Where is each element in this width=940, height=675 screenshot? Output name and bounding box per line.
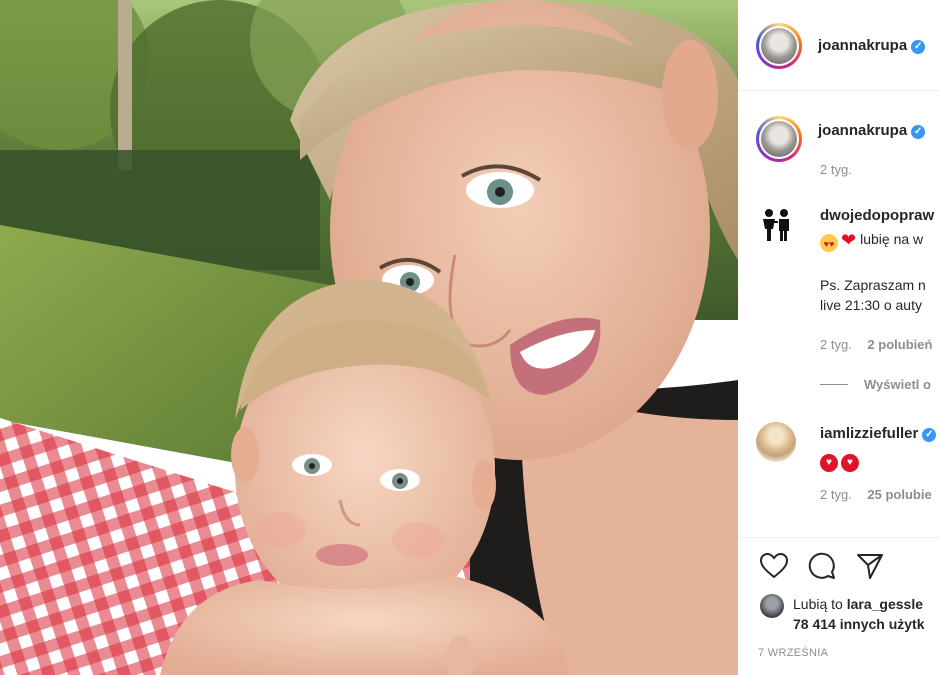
likes-prefix: Lubią to: [793, 596, 847, 612]
comment-author[interactable]: iamlizziefuller ✓: [820, 425, 937, 442]
comment-button[interactable]: [804, 548, 840, 584]
post-date[interactable]: 7 WRZEŚNIA: [758, 647, 828, 659]
heart-icon: [760, 553, 788, 579]
liker-avatar[interactable]: [760, 594, 784, 618]
post-photo[interactable]: [0, 0, 738, 675]
liker-username[interactable]: lara_gessle: [847, 596, 923, 612]
comment-text-line: ♥ ♥: [820, 447, 862, 472]
caption-author[interactable]: joannakrupa ✓: [818, 122, 926, 139]
heart-emoji-icon: ♥: [841, 454, 859, 472]
heart-eyes-emoji-icon: ♥♥: [820, 234, 838, 252]
author-avatar[interactable]: [756, 23, 802, 69]
likes-line-1: Lubią to lara_gessle: [793, 594, 923, 614]
comment-time[interactable]: 2 tyg.: [820, 487, 852, 502]
comment-likes[interactable]: 25 polubie: [867, 487, 931, 502]
verified-badge-icon: ✓: [911, 125, 926, 139]
caption-author-name[interactable]: joannakrupa: [818, 122, 907, 139]
comment-text: lubię na w: [860, 231, 924, 247]
paper-plane-icon: [857, 554, 883, 579]
heart-emoji-icon: ❤: [841, 230, 857, 250]
comment-author[interactable]: dwojedopopraw: [820, 207, 934, 224]
caption-time[interactable]: 2 tyg.: [820, 162, 852, 177]
comment-meta: 2 tyg. 25 polubie: [820, 487, 932, 502]
verified-badge-icon: ✓: [911, 40, 926, 54]
replies-line: [820, 384, 848, 385]
share-button[interactable]: [852, 548, 888, 584]
likes-count[interactable]: 78 414 innych użytk: [793, 614, 925, 634]
heart-emoji-icon: ♥: [820, 454, 838, 472]
header-divider: [738, 90, 940, 91]
selfie-image: [0, 0, 738, 675]
like-button[interactable]: [756, 548, 792, 584]
post-author-name[interactable]: joannakrupa: [818, 37, 907, 54]
couple-icon: [756, 205, 796, 245]
view-replies-label[interactable]: Wyświetl o: [864, 377, 931, 392]
comment-text-line-3: Ps. Zapraszam n: [820, 277, 926, 293]
post-author[interactable]: joannakrupa ✓: [818, 37, 926, 54]
caption-avatar[interactable]: [756, 116, 802, 162]
comment-text-line: ♥♥ ❤ lubię na w: [820, 229, 923, 252]
verified-badge-icon: ✓: [922, 428, 937, 442]
commenter-avatar[interactable]: [756, 205, 796, 245]
comment-text-line-4: live 21:30 o auty: [820, 297, 922, 313]
comment-meta: 2 tyg. 2 polubień: [820, 337, 932, 352]
comment-likes[interactable]: 2 polubień: [867, 337, 932, 352]
actions-divider: [738, 537, 940, 538]
view-replies[interactable]: Wyświetl o: [820, 377, 931, 392]
comment-bubble-icon: [808, 552, 835, 579]
commenter-avatar[interactable]: [756, 422, 796, 462]
comment-author-name[interactable]: iamlizziefuller: [820, 425, 918, 442]
comment-time[interactable]: 2 tyg.: [820, 337, 852, 352]
post-sidebar: joannakrupa ✓ joannakrupa ✓ 2 tyg. dwojedo…: [738, 0, 940, 675]
